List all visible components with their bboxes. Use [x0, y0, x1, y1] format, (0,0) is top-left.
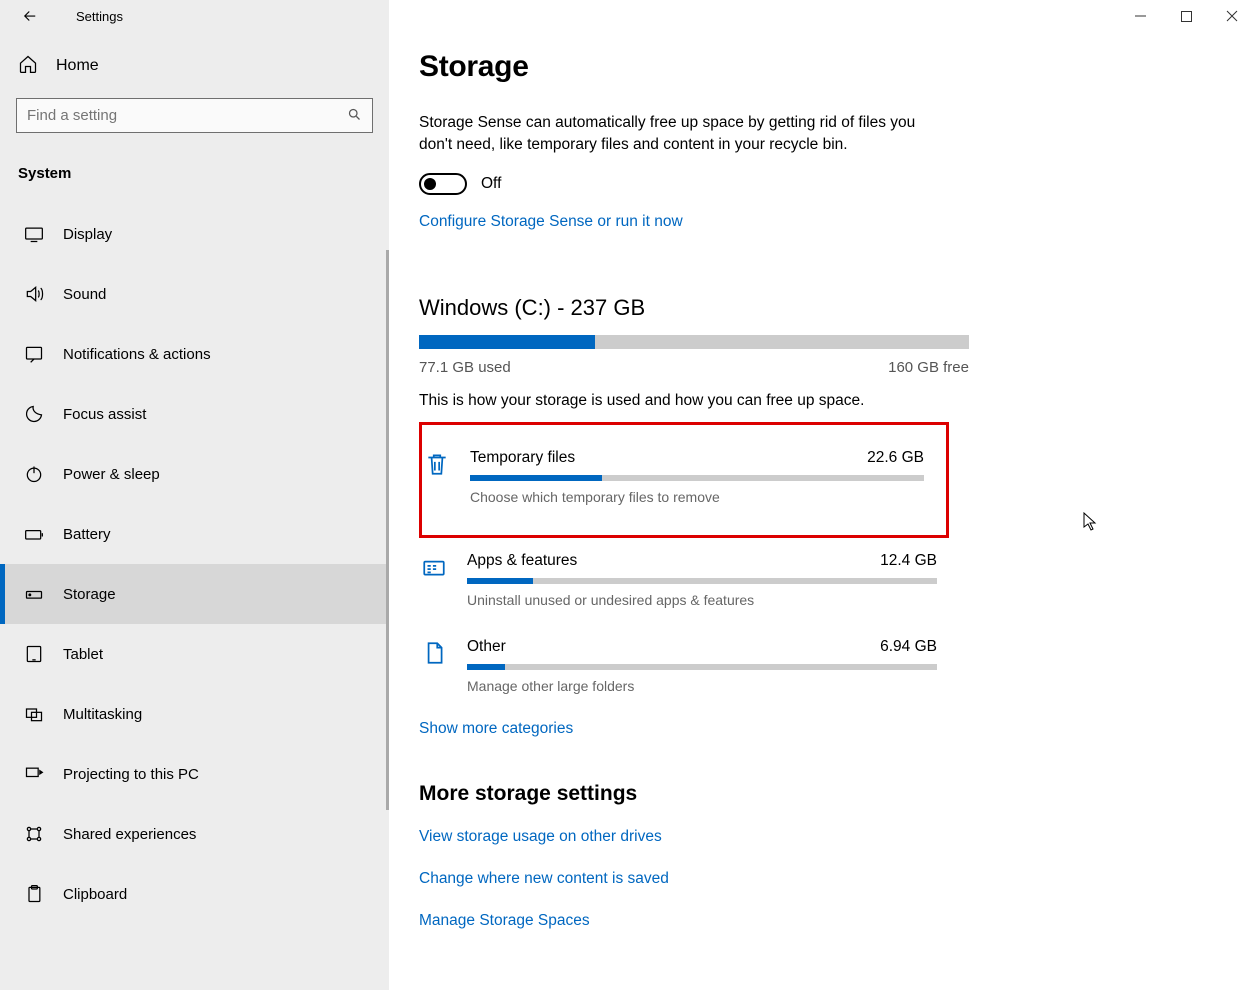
sidebar-item-display[interactable]: Display: [0, 204, 389, 264]
sidebar-item-focus-assist[interactable]: Focus assist: [0, 384, 389, 444]
home-button[interactable]: Home: [0, 32, 389, 96]
category-size: 12.4 GB: [880, 552, 937, 570]
disk-usage-bar: [419, 335, 969, 349]
disk-title: Windows (C:) - 237 GB: [419, 295, 949, 321]
home-icon: [18, 54, 38, 78]
sidebar-item-label: Tablet: [63, 646, 103, 663]
sidebar-item-multitasking[interactable]: Multitasking: [0, 684, 389, 744]
section-header: System: [0, 133, 389, 196]
search-box[interactable]: [16, 98, 373, 133]
sidebar-item-label: Projecting to this PC: [63, 766, 199, 783]
sound-icon: [23, 283, 45, 305]
category-size: 6.94 GB: [880, 638, 937, 656]
search-input[interactable]: [27, 107, 347, 124]
disk-free-label: 160 GB free: [888, 359, 969, 376]
back-button[interactable]: [10, 3, 50, 29]
sidebar-item-shared-experiences[interactable]: Shared experiences: [0, 804, 389, 864]
category-name: Other: [467, 638, 506, 656]
sidebar-item-sound[interactable]: Sound: [0, 264, 389, 324]
category-bar: [467, 578, 937, 584]
battery-icon: [23, 523, 45, 545]
sidebar-item-label: Storage: [63, 586, 116, 603]
more-storage-heading: More storage settings: [419, 782, 949, 806]
category-bar: [470, 475, 924, 481]
document-icon: [419, 638, 449, 668]
maximize-button[interactable]: [1163, 0, 1209, 32]
sidebar-item-label: Battery: [63, 526, 111, 543]
category-desc: Choose which temporary files to remove: [470, 489, 924, 505]
category-temporary-files[interactable]: Temporary files 22.6 GB Choose which tem…: [422, 435, 936, 521]
change-save-location-link[interactable]: Change where new content is saved: [419, 870, 949, 888]
display-icon: [23, 223, 45, 245]
category-name: Temporary files: [470, 449, 575, 467]
sidebar-item-power-sleep[interactable]: Power & sleep: [0, 444, 389, 504]
show-more-categories-link[interactable]: Show more categories: [419, 720, 573, 738]
close-button[interactable]: [1209, 0, 1255, 32]
category-name: Apps & features: [467, 552, 577, 570]
storage-sense-toggle[interactable]: [419, 173, 467, 195]
power-icon: [23, 463, 45, 485]
minimize-button[interactable]: [1117, 0, 1163, 32]
highlighted-category: Temporary files 22.6 GB Choose which tem…: [419, 422, 949, 538]
storage-sense-description: Storage Sense can automatically free up …: [419, 112, 949, 155]
tablet-icon: [23, 643, 45, 665]
category-desc: Uninstall unused or undesired apps & fea…: [467, 592, 937, 608]
sidebar-item-label: Focus assist: [63, 406, 146, 423]
toggle-label: Off: [481, 175, 501, 193]
disk-usage-description: This is how your storage is used and how…: [419, 392, 949, 410]
category-size: 22.6 GB: [867, 449, 924, 467]
shared-icon: [23, 823, 45, 845]
disk-used-label: 77.1 GB used: [419, 359, 511, 376]
sidebar-item-projecting[interactable]: Projecting to this PC: [0, 744, 389, 804]
view-storage-other-drives-link[interactable]: View storage usage on other drives: [419, 828, 949, 846]
category-apps-features[interactable]: Apps & features 12.4 GB Uninstall unused…: [419, 538, 949, 624]
sidebar-item-label: Clipboard: [63, 886, 127, 903]
category-bar: [467, 664, 937, 670]
notifications-icon: [23, 343, 45, 365]
mouse-cursor-icon: [1083, 512, 1099, 532]
sidebar-item-storage[interactable]: Storage: [0, 564, 389, 624]
apps-icon: [419, 552, 449, 582]
sidebar-item-label: Notifications & actions: [63, 346, 211, 363]
home-label: Home: [56, 57, 99, 75]
clipboard-icon: [23, 883, 45, 905]
storage-icon: [23, 583, 45, 605]
toggle-knob: [424, 178, 436, 190]
sidebar-item-label: Display: [63, 226, 112, 243]
sidebar-item-label: Power & sleep: [63, 466, 160, 483]
sidebar-item-label: Shared experiences: [63, 826, 196, 843]
search-icon: [347, 107, 362, 125]
sidebar-item-battery[interactable]: Battery: [0, 504, 389, 564]
category-other[interactable]: Other 6.94 GB Manage other large folders: [419, 624, 949, 710]
projecting-icon: [23, 763, 45, 785]
moon-icon: [23, 403, 45, 425]
sidebar-item-clipboard[interactable]: Clipboard: [0, 864, 389, 924]
manage-storage-spaces-link[interactable]: Manage Storage Spaces: [419, 912, 949, 930]
trash-icon: [422, 449, 452, 479]
sidebar-item-notifications[interactable]: Notifications & actions: [0, 324, 389, 384]
page-title: Storage: [419, 50, 949, 84]
configure-storage-sense-link[interactable]: Configure Storage Sense or run it now: [419, 213, 683, 231]
sidebar-item-label: Sound: [63, 286, 106, 303]
category-desc: Manage other large folders: [467, 678, 937, 694]
sidebar-item-tablet[interactable]: Tablet: [0, 624, 389, 684]
disk-fill: [419, 335, 595, 349]
window-title: Settings: [50, 9, 123, 24]
multitasking-icon: [23, 703, 45, 725]
sidebar-item-label: Multitasking: [63, 706, 142, 723]
